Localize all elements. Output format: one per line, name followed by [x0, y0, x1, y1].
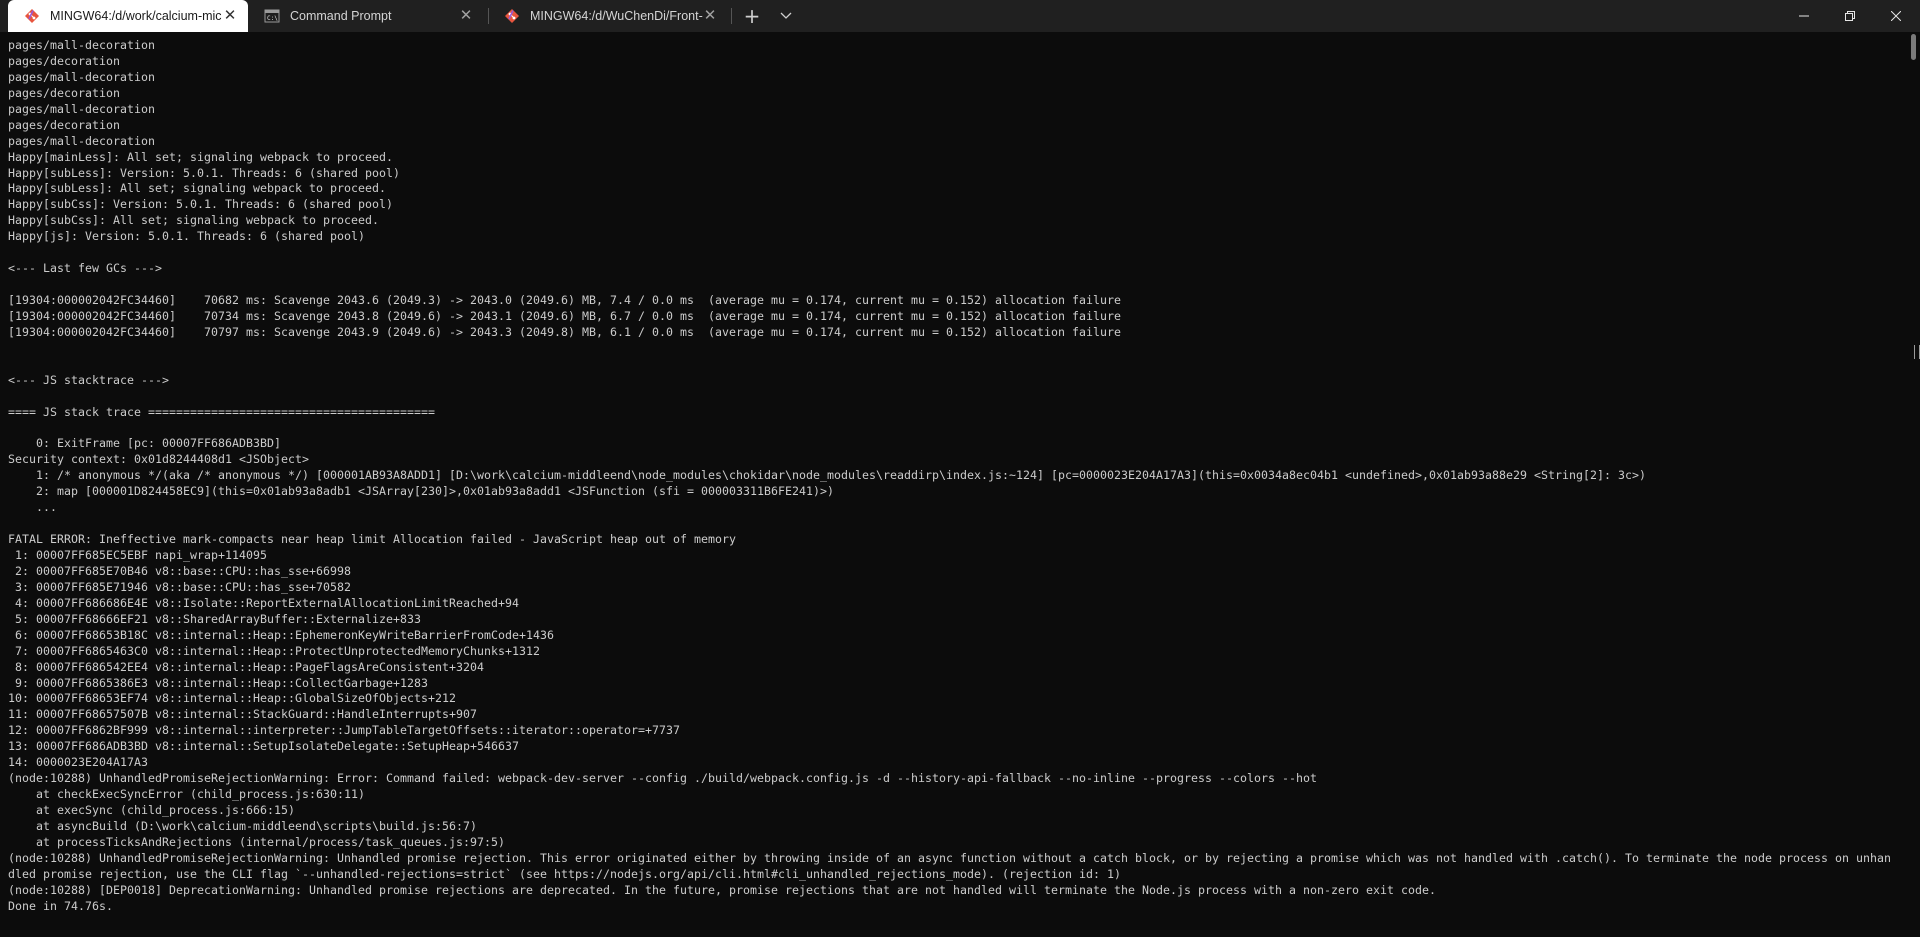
terminal-line: pages/mall-decoration	[8, 69, 156, 84]
terminal-line: 13: 00007FF686ADB3BD v8::internal::Setup…	[8, 739, 520, 754]
close-window-icon[interactable]	[1873, 0, 1919, 32]
terminal-line: 2: 00007FF685E70B46 v8::base::CPU::has_s…	[8, 563, 352, 578]
terminal-line: [19304:000002042FC34460] 70682 ms: Scave…	[8, 293, 1122, 307]
tab-git-bash-calcium[interactable]: MINGW64:/d/work/calcium-mic ✕	[8, 0, 248, 32]
close-tab-icon[interactable]: ✕	[702, 8, 718, 24]
terminal-line: 6: 00007FF68653B18C v8::internal::Heap::…	[8, 627, 555, 642]
git-bash-icon	[505, 9, 519, 23]
tab-title: MINGW64:/d/WuChenDi/Front-	[530, 9, 703, 23]
terminal-line: 1: /* anonymous */(aka /* anonymous */) …	[8, 468, 1647, 483]
chevron-down-icon[interactable]	[774, 4, 798, 28]
scroll-thumb[interactable]	[1911, 34, 1916, 60]
terminal-line: 14: 0000023E204A17A3	[8, 755, 149, 770]
terminal-line: pages/mall-decoration	[8, 38, 156, 52]
tab-git-bash-wuchendi[interactable]: MINGW64:/d/WuChenDi/Front- ✕	[488, 0, 728, 32]
terminal-line: (node:10288) UnhandledPromiseRejectionWa…	[8, 771, 1318, 786]
terminal-line: at asyncBuild (D:\work\calcium-middleend…	[8, 818, 478, 833]
terminal-line: pages/mall-decoration	[8, 101, 156, 116]
terminal-line: pages/decoration	[8, 85, 121, 100]
terminal-line: ==== JS stack trace ====================…	[8, 404, 436, 419]
terminal-line: 12: 00007FF6862BF999 v8::internal::inter…	[8, 723, 681, 738]
terminal-line: Happy[subLess]: Version: 5.0.1. Threads:…	[8, 165, 401, 180]
terminal-line: Happy[subCss]: Version: 5.0.1. Threads: …	[8, 197, 394, 212]
terminal-line: 11: 00007FF68657507B v8::internal::Stack…	[8, 707, 478, 722]
terminal-line: (node:10288) [DEP0018] DeprecationWarnin…	[8, 882, 1437, 897]
minimize-icon[interactable]	[1781, 0, 1827, 32]
terminal-line: at checkExecSyncError (child_process.js:…	[8, 787, 366, 802]
terminal-output[interactable]: pages/mall-decoration pages/decoration pag…	[0, 32, 1908, 937]
title-bar: MINGW64:/d/work/calcium-mic ✕ C:\ Comman…	[0, 0, 1920, 32]
terminal-line: Happy[mainLess]: All set; signaling webp…	[8, 149, 394, 164]
svg-text:C:\: C:\	[267, 15, 278, 22]
close-tab-icon[interactable]: ✕	[458, 8, 474, 24]
tab-command-prompt[interactable]: C:\ Command Prompt ✕	[248, 0, 484, 32]
terminal-line: 0: ExitFrame [pc: 00007FF686ADB3BD]	[8, 436, 282, 451]
terminal-line: at execSync (child_process.js:666:15)	[8, 803, 296, 817]
terminal-line: Done in 74.76s.	[8, 898, 114, 913]
terminal-line: pages/decoration	[8, 53, 121, 68]
terminal-line: Security context: 0x01d8244408d1 <JSObje…	[8, 452, 310, 467]
terminal-line: Happy[subCss]: All set; signaling webpac…	[8, 213, 380, 228]
git-bash-icon	[25, 9, 39, 23]
terminal-line: 4: 00007FF686686E4E v8::Isolate::ReportE…	[8, 595, 520, 610]
new-tab-icon[interactable]: +	[740, 4, 764, 28]
terminal-line: dled promise rejection, use the CLI flag…	[8, 866, 1122, 881]
terminal-line: at processTicksAndRejections (internal/p…	[8, 834, 506, 849]
terminal-line: 5: 00007FF68666EF21 v8::SharedArrayBuffe…	[8, 611, 422, 626]
restore-icon[interactable]	[1827, 0, 1873, 32]
terminal-line: 1: 00007FF685EC5EBF napi_wrap+114095	[8, 548, 268, 562]
vertical-scrollbar[interactable]	[1908, 32, 1920, 937]
tab-divider	[731, 8, 732, 24]
terminal-line: pages/decoration	[8, 117, 121, 132]
cmd-icon: C:\	[264, 9, 280, 23]
terminal-lines: pages/mall-decoration pages/decoration pag…	[8, 38, 1891, 915]
terminal-line: (node:10288) UnhandledPromiseRejectionWa…	[8, 850, 1892, 865]
terminal-line: 9: 00007FF6865386E3 v8::internal::Heap::…	[8, 675, 429, 690]
terminal-line: pages/mall-decoration	[8, 133, 156, 148]
terminal-line: Happy[subLess]: All set; signaling webpa…	[8, 181, 387, 196]
terminal-line: 8: 00007FF686542EE4 v8::internal::Heap::…	[8, 659, 485, 674]
tab-title: MINGW64:/d/work/calcium-mic	[50, 9, 222, 23]
close-tab-icon[interactable]: ✕	[222, 8, 238, 24]
terminal-line: 2: map [000001D824458EC9](this=0x01ab93a…	[8, 484, 835, 499]
terminal-line: ...	[8, 500, 58, 515]
tab-title: Command Prompt	[290, 9, 392, 23]
terminal-line: 3: 00007FF685E71946 v8::base::CPU::has_s…	[8, 579, 352, 594]
terminal-line: 7: 00007FF6865463C0 v8::internal::Heap::…	[8, 643, 541, 658]
terminal-line: [19304:000002042FC34460] 70734 ms: Scave…	[8, 308, 1122, 323]
terminal-line: FATAL ERROR: Ineffective mark-compacts n…	[8, 532, 737, 547]
terminal-line: Happy[js]: Version: 5.0.1. Threads: 6 (s…	[8, 229, 366, 244]
scroll-position-marker	[1914, 345, 1920, 359]
terminal-line: <--- JS stacktrace --->	[8, 372, 170, 387]
terminal-line: 10: 00007FF68653EF74 v8::internal::Heap:…	[8, 691, 457, 706]
terminal-line: [19304:000002042FC34460] 70797 ms: Scave…	[8, 324, 1122, 339]
terminal-line: <--- Last few GCs --->	[8, 261, 163, 276]
